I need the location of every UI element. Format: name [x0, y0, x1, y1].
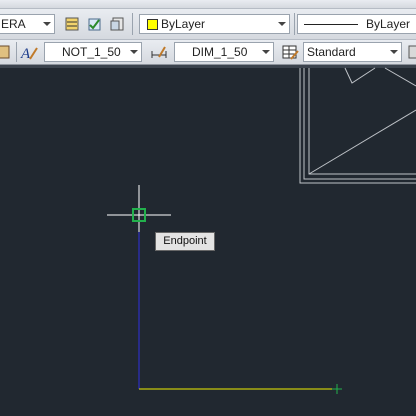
drawing-object-frame [299, 67, 416, 184]
line-end-grip [332, 384, 342, 394]
drawing-canvas[interactable] [0, 0, 416, 416]
osnap-tooltip: Endpoint [155, 232, 215, 251]
